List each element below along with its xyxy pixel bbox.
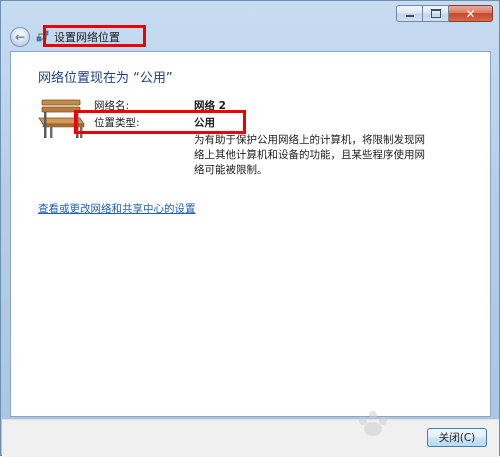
dialog-window: ✕ ← 设置网络位置 网络位置现在为 “公用” 网络名: 网络 2 位置类型: <box>0 0 500 457</box>
back-arrow-icon: ← <box>14 30 26 44</box>
window-close-button[interactable]: ✕ <box>449 5 493 22</box>
location-description: 为有助于保护公用网络上的计算机，将限制发现网络上其他计算机和设备的功能，且某些程… <box>194 134 425 176</box>
network-sharing-center-link[interactable]: 查看或更改网络和共享中心的设置 <box>38 201 196 216</box>
back-button[interactable]: ← <box>10 27 30 47</box>
maximize-button[interactable] <box>423 5 449 22</box>
maximize-icon <box>430 9 441 18</box>
close-button[interactable]: 关闭(C) <box>427 428 487 447</box>
dialog-footer: 关闭(C) <box>2 411 499 457</box>
minimize-button[interactable] <box>396 5 423 22</box>
minimize-icon <box>405 15 414 17</box>
highlight-box-location-type <box>74 110 246 134</box>
page-heading: 网络位置现在为 “公用” <box>38 71 173 86</box>
highlight-box-title <box>43 25 146 47</box>
content-panel: 网络位置现在为 “公用” 网络名: 网络 2 位置类型: 公用 为有助于保护公用… <box>10 51 491 417</box>
close-icon: ✕ <box>465 6 476 21</box>
caption-buttons: ✕ <box>396 5 493 22</box>
